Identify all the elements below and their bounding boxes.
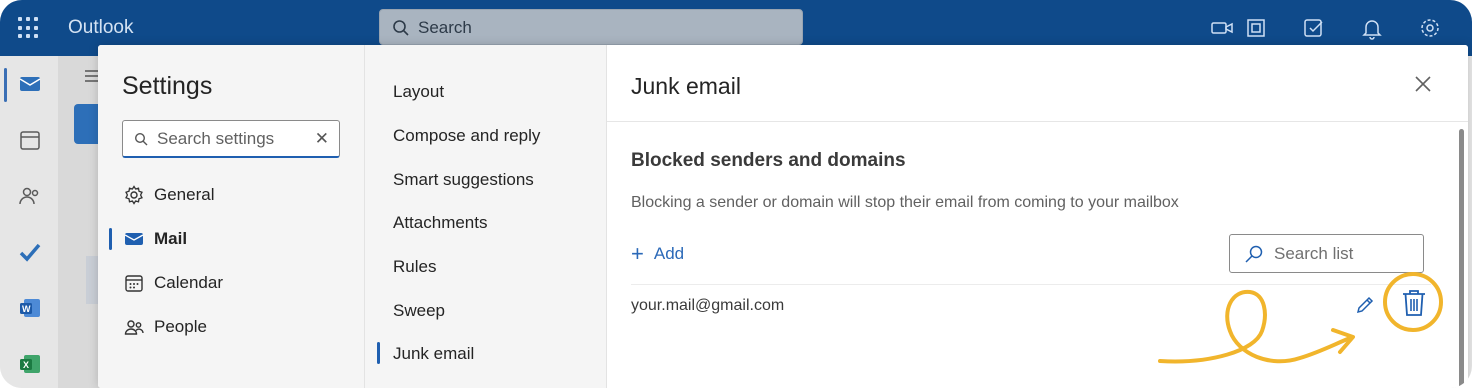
svg-text:X: X [23, 360, 29, 370]
category-general[interactable]: General [124, 182, 214, 208]
top-bar-actions [1176, 16, 1442, 40]
app-launcher-icon[interactable] [18, 17, 40, 39]
section-junk-email[interactable]: Junk email [393, 344, 474, 364]
section-smart-suggestions[interactable]: Smart suggestions [393, 170, 534, 190]
calendar-icon[interactable] [18, 128, 42, 152]
category-label: People [154, 317, 207, 336]
mail-icon [124, 233, 144, 245]
global-search-placeholder: Search [418, 18, 472, 37]
word-icon[interactable]: W [18, 296, 42, 320]
excel-icon[interactable]: X [18, 352, 42, 376]
mail-icon[interactable] [18, 72, 42, 96]
outlook-window: Outlook Search W X Settings Search setti… [0, 0, 1472, 388]
section-sweep[interactable]: Sweep [393, 301, 445, 321]
todo-icon[interactable] [18, 240, 42, 264]
category-label: Mail [154, 229, 188, 248]
list-divider [631, 284, 1431, 285]
category-mail[interactable]: Mail [124, 226, 187, 252]
close-icon[interactable] [1414, 75, 1432, 93]
meet-now-icon[interactable] [1210, 16, 1234, 40]
category-calendar[interactable]: Calendar [124, 270, 223, 296]
search-icon [134, 132, 148, 146]
people-icon[interactable] [18, 184, 42, 208]
blocked-section-description: Blocking a sender or domain will stop th… [631, 194, 1179, 211]
calendar-icon [125, 275, 143, 292]
section-compose-and-reply[interactable]: Compose and reply [393, 126, 540, 146]
plus-icon: + [631, 241, 644, 266]
settings-gear-icon[interactable] [1418, 16, 1442, 40]
search-icon [393, 20, 409, 36]
app-name: Outlook [68, 17, 134, 38]
blocked-sender-entry: your.mail@gmail.com [631, 297, 785, 314]
scrollbar[interactable] [1459, 129, 1464, 388]
mail-sections-pane: Layout Compose and reply Smart suggestio… [364, 45, 606, 388]
search-icon [1245, 245, 1263, 263]
category-label: General [154, 185, 215, 204]
section-attachments[interactable]: Attachments [393, 213, 488, 233]
category-label: Calendar [154, 273, 223, 292]
gear-icon [125, 185, 143, 205]
settings-title: Settings [122, 72, 213, 100]
rail-selection-indicator [4, 68, 7, 102]
app-rail: W X [0, 56, 58, 388]
notifications-bell-icon[interactable] [1360, 16, 1384, 40]
people-icon [124, 320, 144, 335]
header-divider [607, 121, 1468, 122]
clear-search-icon[interactable]: ✕ [315, 129, 329, 149]
my-day-icon[interactable] [1302, 16, 1326, 40]
category-selection-indicator [109, 228, 112, 250]
office-icon[interactable] [1244, 16, 1268, 40]
global-search-bar[interactable]: Search [379, 9, 803, 45]
section-selection-indicator [377, 342, 380, 364]
section-layout[interactable]: Layout [393, 82, 444, 102]
category-people[interactable]: People [124, 314, 207, 340]
add-label: Add [653, 244, 685, 263]
search-list-input[interactable] [1274, 244, 1404, 264]
blocked-section-title: Blocked senders and domains [631, 150, 906, 171]
add-blocked-sender-button[interactable]: + Add [631, 241, 685, 266]
svg-text:W: W [22, 304, 31, 314]
annotation-arrow-icon [1158, 289, 1355, 364]
delete-trash-icon[interactable] [1401, 288, 1427, 318]
section-rules[interactable]: Rules [393, 257, 436, 277]
settings-search-input[interactable] [157, 129, 307, 149]
settings-search-field[interactable]: ✕ [122, 120, 340, 158]
search-list-field[interactable] [1229, 234, 1424, 273]
settings-categories-pane: Settings ✕ General Mail Calendar P [98, 45, 364, 388]
panel-title: Junk email [631, 73, 741, 99]
